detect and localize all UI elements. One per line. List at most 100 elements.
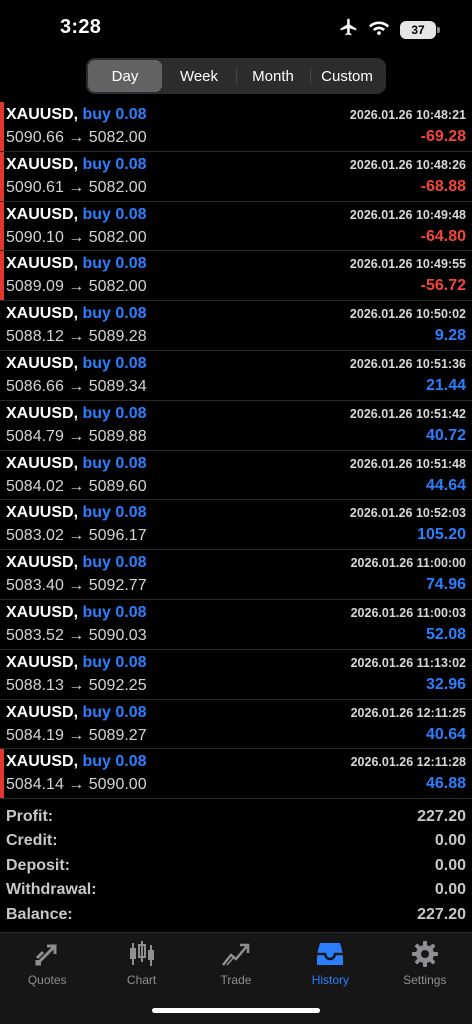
open-price: 5084.79: [6, 427, 64, 445]
trade-row[interactable]: XAUUSD, buy 0.08 5086.66 → 5089.34 2026.01…: [0, 351, 472, 401]
segment-month[interactable]: Month: [236, 60, 310, 92]
arrow-right-icon: →: [68, 228, 85, 246]
trade-profit: 105.20: [417, 526, 466, 544]
close-price: 5090.03: [88, 626, 147, 644]
account-summary: Profit: 227.20 Credit: 0.00 Deposit: 0.00 With…: [0, 806, 472, 928]
arrow-right-icon: →: [68, 776, 85, 794]
trade-datetime: 2026.01.26 10:50:02: [349, 307, 466, 322]
tab-label: Chart: [126, 973, 157, 987]
trade-datetime: 2026.01.26 10:49:55: [349, 257, 466, 272]
airplane-mode-icon: [338, 17, 358, 42]
trade-symbol: XAUUSD, buy 0.08: [6, 156, 147, 174]
trade-row[interactable]: XAUUSD, buy 0.08 5084.79 → 5089.88 2026.01…: [0, 401, 472, 451]
gear-icon: [410, 939, 440, 969]
history-tray-icon: [315, 939, 345, 969]
trade-symbol: XAUUSD, buy 0.08: [6, 504, 147, 522]
symbol-name: XAUUSD,: [6, 255, 79, 273]
close-price: 5089.34: [88, 377, 147, 395]
segment-day[interactable]: Day: [88, 60, 162, 92]
summary-row: Withdrawal: 0.00: [0, 879, 472, 903]
trade-row[interactable]: XAUUSD, buy 0.08 5089.09 → 5082.00 2026.01…: [0, 251, 472, 302]
symbol-name: XAUUSD,: [6, 454, 79, 472]
trade-prices: 5088.13 → 5092.25: [6, 677, 147, 695]
close-price: 5082.00: [88, 228, 147, 246]
trade-profit: -56.72: [420, 277, 466, 295]
trade-datetime: 2026.01.26 10:51:48: [349, 456, 466, 471]
trade-profit: 32.96: [425, 675, 466, 693]
trade-row[interactable]: XAUUSD, buy 0.08 5084.02 → 5089.60 2026.01…: [0, 451, 472, 501]
trade-symbol: XAUUSD, buy 0.08: [6, 305, 147, 323]
arrow-right-icon: →: [68, 626, 85, 644]
close-price: 5089.60: [88, 477, 147, 495]
wifi-icon: [368, 18, 390, 41]
trade-row[interactable]: XAUUSD, buy 0.08 5083.52 → 5090.03 2026.01…: [0, 600, 472, 650]
trade-datetime: 2026.01.26 10:49:48: [349, 207, 466, 222]
trade-symbol: XAUUSD, buy 0.08: [6, 106, 147, 124]
trade-row[interactable]: XAUUSD, buy 0.08 5084.14 → 5090.00 2026.01…: [0, 749, 472, 800]
trade-row[interactable]: XAUUSD, buy 0.08 5088.13 → 5092.25 2026.01…: [0, 650, 472, 700]
trade-row[interactable]: XAUUSD, buy 0.08 5088.12 → 5089.28 2026.01…: [0, 301, 472, 351]
home-indicator[interactable]: [152, 1008, 320, 1013]
trade-row[interactable]: XAUUSD, buy 0.08 5083.02 → 5096.17 2026.01…: [0, 500, 472, 551]
trade-prices: 5090.61 → 5082.00: [6, 179, 147, 197]
trade-profit: -64.80: [420, 227, 466, 245]
segment-custom[interactable]: Custom: [310, 60, 384, 92]
trade-symbol: XAUUSD, buy 0.08: [6, 554, 147, 572]
trade-prices: 5086.66 → 5089.34: [6, 378, 147, 396]
trade-side-volume: buy 0.08: [82, 305, 147, 323]
summary-value: 0.00: [434, 881, 466, 899]
trade-side-volume: buy 0.08: [82, 454, 147, 472]
tab-quotes[interactable]: Quotes: [0, 933, 94, 993]
trade-profit: 21.44: [425, 376, 466, 394]
trade-side-volume: buy 0.08: [82, 603, 147, 621]
trade-prices: 5090.10 → 5082.00: [6, 229, 147, 247]
tab-trade[interactable]: Trade: [189, 933, 283, 993]
trade-profit: 52.08: [425, 625, 466, 643]
symbol-name: XAUUSD,: [6, 404, 79, 422]
trade-symbol: XAUUSD, buy 0.08: [6, 753, 147, 771]
symbol-name: XAUUSD,: [6, 603, 79, 621]
open-price: 5083.40: [6, 577, 64, 595]
trade-prices: 5088.12 → 5089.28: [6, 328, 147, 346]
arrow-right-icon: →: [68, 676, 85, 694]
arrow-right-icon: →: [68, 278, 85, 296]
close-price: 5089.28: [88, 328, 147, 346]
trade-prices: 5083.52 → 5090.03: [6, 627, 147, 645]
trade-datetime: 2026.01.26 11:00:03: [350, 605, 466, 620]
open-price: 5089.09: [6, 278, 64, 296]
trade-side-volume: buy 0.08: [82, 753, 147, 771]
trade-row[interactable]: XAUUSD, buy 0.08 5083.40 → 5092.77 2026.01…: [0, 550, 472, 600]
trade-prices: 5084.19 → 5089.27: [6, 727, 147, 745]
trade-side-volume: buy 0.08: [82, 653, 147, 671]
open-price: 5088.12: [6, 328, 64, 346]
summary-value: 0.00: [434, 856, 466, 874]
symbol-name: XAUUSD,: [6, 504, 79, 522]
trade-side-volume: buy 0.08: [82, 255, 147, 273]
trade-row[interactable]: XAUUSD, buy 0.08 5090.61 → 5082.00 2026.01…: [0, 151, 472, 202]
trade-symbol: XAUUSD, buy 0.08: [6, 604, 147, 622]
trade-side-volume: buy 0.08: [82, 155, 147, 173]
trade-profit: 44.64: [425, 476, 466, 494]
trade-profit: 9.28: [434, 327, 466, 345]
quotes-icon: [32, 939, 62, 969]
trade-symbol: XAUUSD, buy 0.08: [6, 704, 147, 722]
tab-history[interactable]: History: [283, 933, 377, 993]
close-price: 5092.77: [88, 577, 147, 595]
trade-row[interactable]: XAUUSD, buy 0.08 5084.19 → 5089.27 2026.01…: [0, 700, 472, 750]
symbol-name: XAUUSD,: [6, 205, 79, 223]
trade-profit: 40.72: [425, 426, 466, 444]
trade-side-volume: buy 0.08: [82, 106, 147, 123]
trade-row[interactable]: XAUUSD, buy 0.08 5090.66 → 5082.00 2026.01…: [0, 102, 472, 152]
trade-datetime: 2026.01.26 10:52:03: [349, 506, 466, 521]
arrow-right-icon: →: [68, 726, 85, 744]
trade-symbol: XAUUSD, buy 0.08: [6, 405, 147, 423]
trade-prices: 5083.02 → 5096.17: [6, 527, 147, 545]
segment-week[interactable]: Week: [162, 60, 236, 92]
trade-icon: [221, 939, 251, 969]
trade-row[interactable]: XAUUSD, buy 0.08 5090.10 → 5082.00 2026.01…: [0, 201, 472, 252]
summary-label: Credit:: [6, 832, 58, 850]
trade-side-volume: buy 0.08: [82, 354, 147, 372]
open-price: 5086.66: [6, 377, 64, 395]
tab-settings[interactable]: Settings: [378, 933, 472, 993]
tab-chart[interactable]: Chart: [94, 933, 188, 993]
